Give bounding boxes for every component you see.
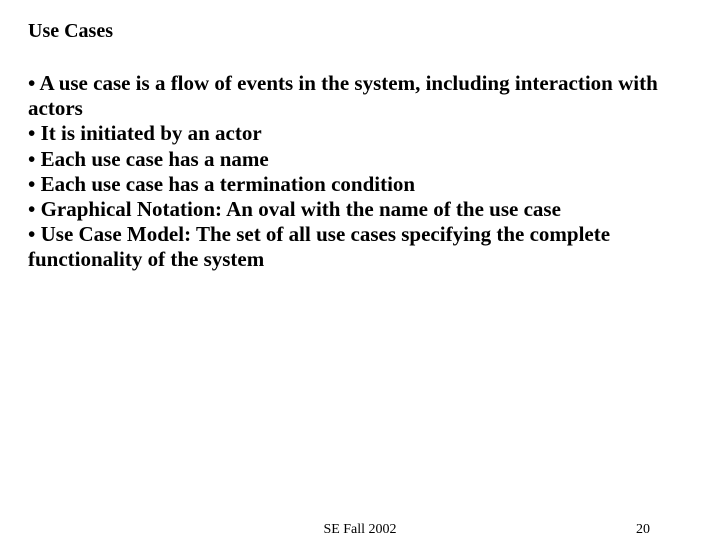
bullet-item: • Each use case has a termination condit… [28, 172, 692, 197]
slide-body: • A use case is a flow of events in the … [28, 71, 692, 273]
slide: Use Cases • A use case is a flow of even… [0, 0, 720, 540]
bullet-item: • A use case is a flow of events in the … [28, 71, 692, 121]
bullet-item: • Graphical Notation: An oval with the n… [28, 197, 692, 222]
bullet-item: • Use Case Model: The set of all use cas… [28, 222, 692, 272]
slide-title: Use Cases [28, 20, 692, 43]
bullet-item: • It is initiated by an actor [28, 121, 692, 146]
bullet-item: • Each use case has a name [28, 147, 692, 172]
footer-page-number: 20 [636, 522, 650, 538]
footer-center-text: SE Fall 2002 [0, 522, 720, 538]
